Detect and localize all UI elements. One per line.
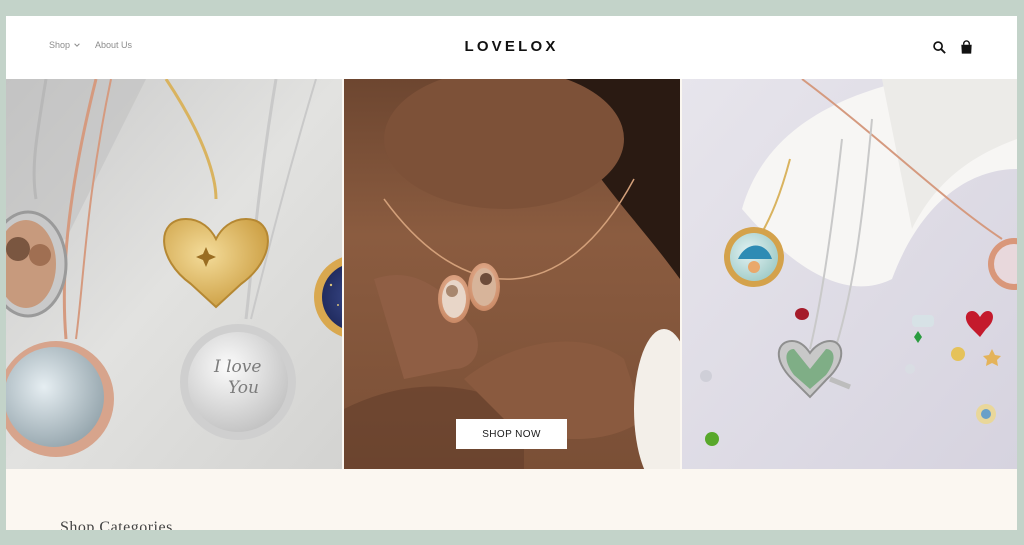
hero-image-model[interactable]: SHOP NOW [344,79,680,469]
page-frame: Shop About Us LOVELOX I love You SHOP NO… [6,16,1017,530]
bag-icon[interactable] [959,40,974,55]
header-actions [932,40,974,55]
section-title: Shop Categories [60,519,173,530]
engraving-line2: You [228,378,259,398]
hero-image-charms[interactable] [682,79,1017,469]
shop-now-button[interactable]: SHOP NOW [456,419,567,449]
hero-image-lockets[interactable]: I love You [6,79,342,469]
hero-banner: I love You SHOP NOW [6,79,1017,469]
search-icon[interactable] [932,40,947,55]
site-header: Shop About Us LOVELOX [6,16,1017,79]
engraving-line1: I love [213,357,261,377]
site-logo[interactable]: LOVELOX [6,38,1017,55]
